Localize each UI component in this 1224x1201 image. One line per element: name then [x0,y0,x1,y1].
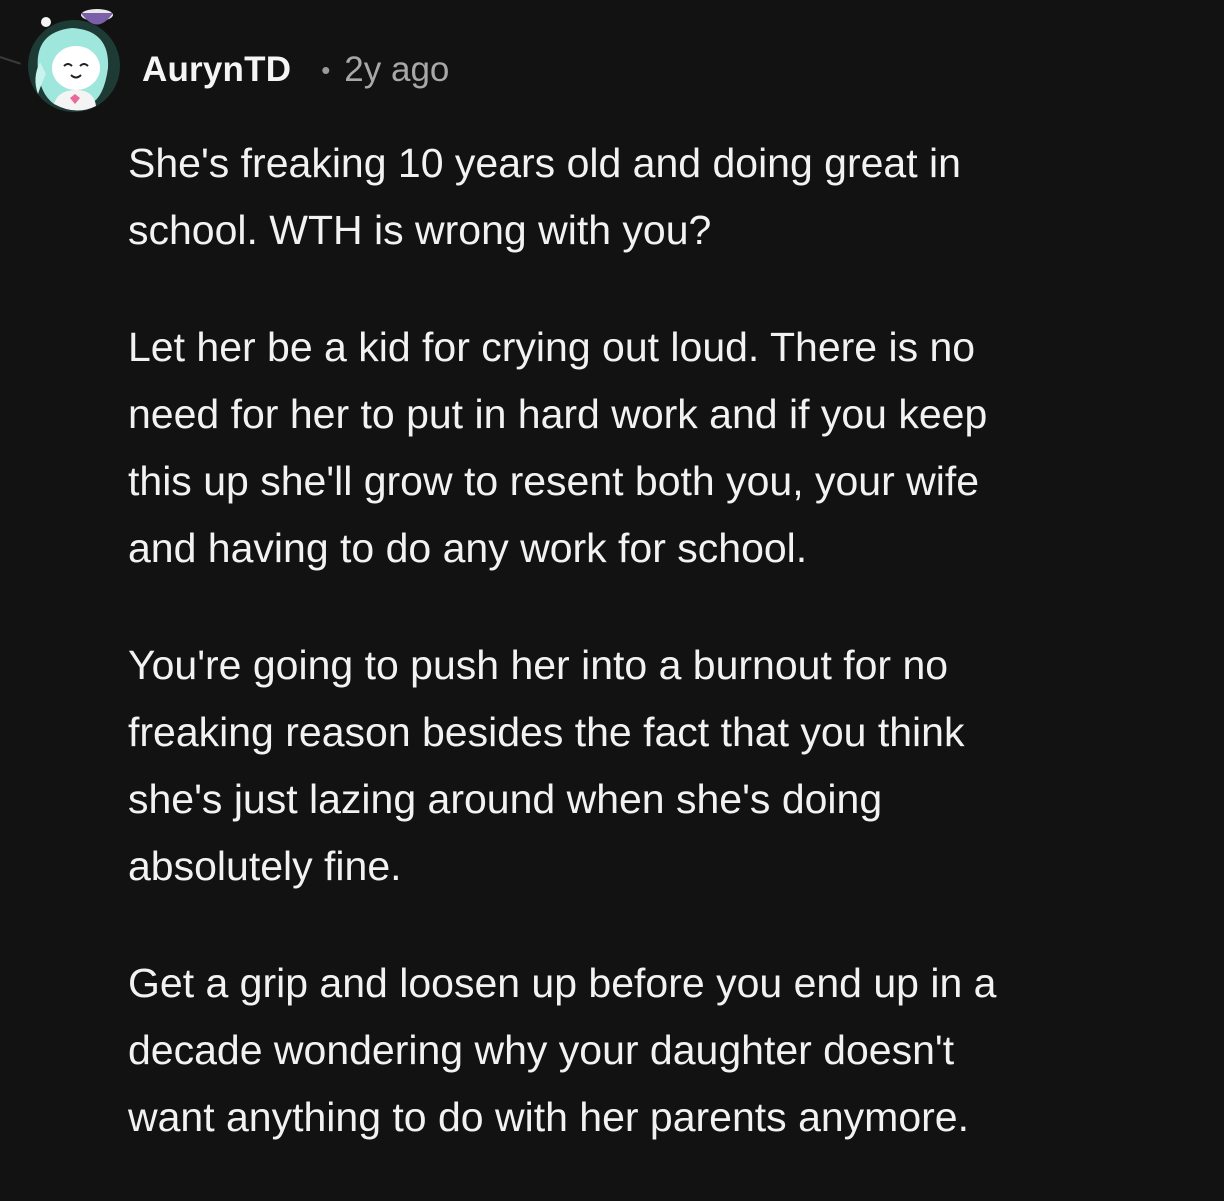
timestamp[interactable]: 2y ago [344,50,449,90]
comment-paragraph: She's freaking 10 years old and doing gr… [128,130,1188,264]
comment-line: freaking reason besides the fact that yo… [128,709,965,755]
separator-dot: • [321,54,331,85]
avatar-dot-shape [41,17,51,27]
comment-line: You're going to push her into a burnout … [128,642,949,688]
comment-line: Get a grip and loosen up before you end … [128,960,997,1006]
thread-line [0,56,21,94]
comment-line: decade wondering why your daughter doesn… [128,1027,955,1073]
comment-line: this up she'll grow to resent both you, … [128,458,980,504]
comment-paragraph: Get a grip and loosen up before you end … [128,950,1188,1151]
avatar-face-shape [52,46,100,90]
comment-line: school. WTH is wrong with you? [128,207,712,253]
comment-body: She's freaking 10 years old and doing gr… [128,130,1188,1201]
avatar-icon[interactable] [24,8,124,118]
comment-line: need for her to put in hard work and if … [128,391,988,437]
comment: AurynTD • 2y ago She's freaking 10 years… [0,0,1224,1188]
comment-paragraph: Let her be a kid for crying out loud. Th… [128,314,1188,582]
comment-paragraph: You're going to push her into a burnout … [128,632,1188,900]
comment-line: absolutely fine. [128,843,402,889]
comment-header: AurynTD • 2y ago [142,46,449,94]
username-link[interactable]: AurynTD [142,50,291,90]
comment-line: Let her be a kid for crying out loud. Th… [128,324,976,370]
comment-line: want anything to do with her parents any… [128,1094,969,1140]
comment-line: and having to do any work for school. [128,525,808,571]
comment-line: She's freaking 10 years old and doing gr… [128,140,961,186]
comment-line: she's just lazing around when she's doin… [128,776,883,822]
